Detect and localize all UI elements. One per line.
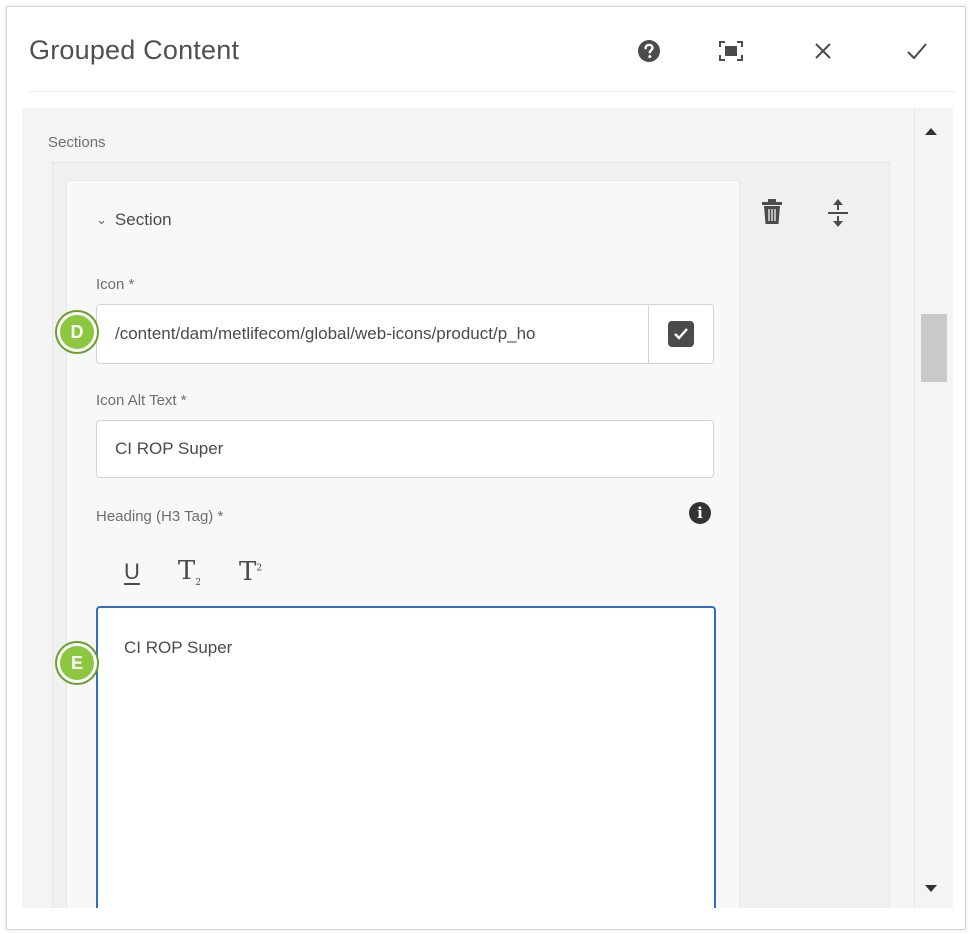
- sections-label: Sections: [48, 134, 106, 151]
- icon-field-label: Icon *: [96, 276, 135, 293]
- icon-path-field[interactable]: /content/dam/metlifecom/global/web-icons…: [96, 304, 714, 364]
- fullscreen-icon: [719, 41, 743, 61]
- dialog-content: Sections ⌄ Section Icon * /content/dam/m…: [22, 108, 934, 908]
- alt-text-label: Icon Alt Text *: [96, 392, 187, 409]
- superscript-mark: 2: [256, 563, 263, 574]
- heading-text[interactable]: CI ROP Super: [124, 638, 232, 658]
- done-button[interactable]: [897, 31, 937, 71]
- header-divider: [29, 91, 955, 92]
- help-button[interactable]: [629, 31, 669, 71]
- subscript-glyph: T: [177, 555, 196, 586]
- reorder-icon[interactable]: [824, 198, 852, 228]
- check-icon: [907, 43, 927, 60]
- scroll-up-arrow-icon[interactable]: [925, 128, 937, 135]
- annotation-marker-e: E: [57, 643, 97, 683]
- dialog-header: Grouped Content: [7, 7, 965, 93]
- superscript-button[interactable]: T2: [239, 557, 262, 587]
- vertical-scrollbar[interactable]: [914, 108, 953, 908]
- chevron-down-icon: ⌄: [96, 212, 107, 227]
- dialog-title: Grouped Content: [29, 35, 240, 65]
- subscript-button[interactable]: T2: [178, 556, 201, 588]
- close-button[interactable]: [803, 31, 843, 71]
- annotation-marker-d: D: [57, 312, 97, 352]
- section-toggle-label: Section: [114, 210, 172, 229]
- superscript-glyph: T: [238, 557, 257, 587]
- help-icon: [638, 40, 660, 62]
- scroll-down-arrow-icon[interactable]: [925, 885, 937, 892]
- fullscreen-button[interactable]: [711, 31, 751, 71]
- subscript-mark: 2: [195, 578, 201, 589]
- icon-browse-button[interactable]: [648, 305, 713, 363]
- trash-icon[interactable]: [758, 198, 786, 226]
- checkbox-icon: [668, 321, 694, 347]
- rte-toolbar: U T2 T2: [124, 550, 262, 594]
- underline-button[interactable]: U: [124, 559, 140, 585]
- scroll-thumb[interactable]: [921, 314, 947, 382]
- close-icon: [815, 43, 831, 59]
- alt-text-input[interactable]: CI ROP Super: [96, 420, 714, 478]
- icon-path-value[interactable]: /content/dam/metlifecom/global/web-icons…: [115, 305, 635, 363]
- heading-rich-text-editor[interactable]: CI ROP Super: [96, 606, 716, 908]
- section-collapse-toggle[interactable]: ⌄ Section: [96, 210, 172, 230]
- heading-field-label: Heading (H3 Tag) *: [96, 508, 224, 525]
- info-icon[interactable]: i: [689, 502, 711, 524]
